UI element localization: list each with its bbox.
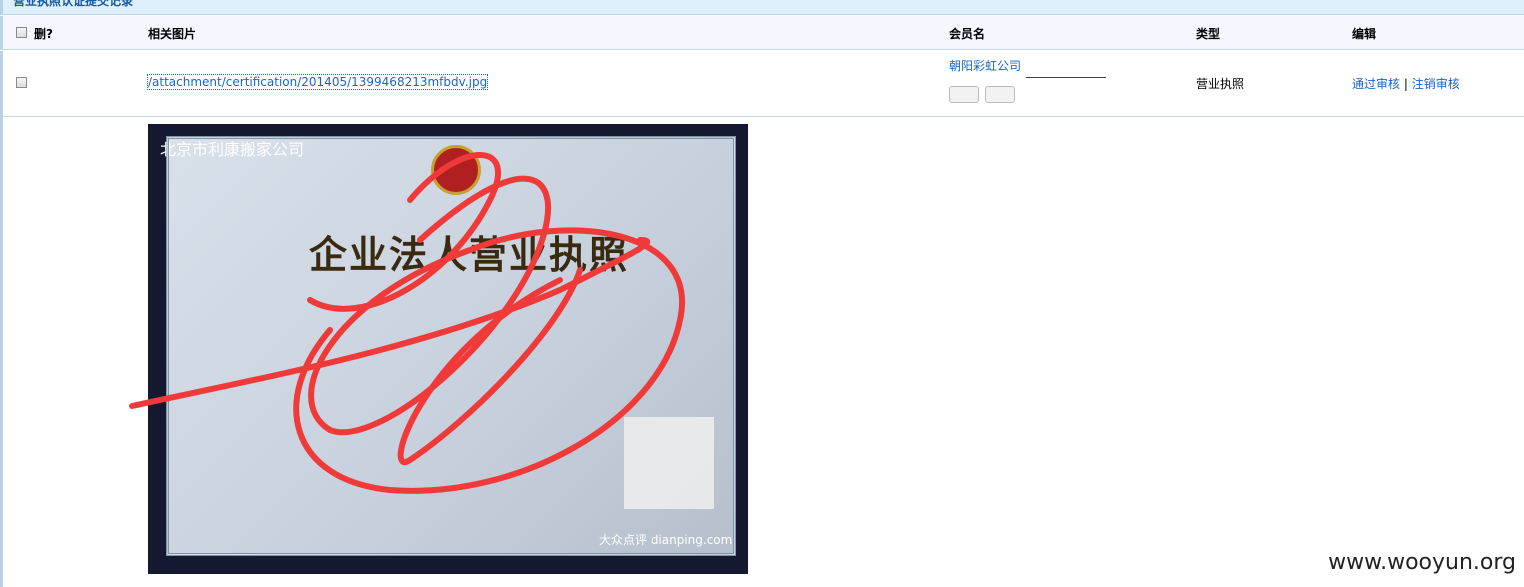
emblem-icon <box>431 145 481 195</box>
table-row: /attachment/certification/201405/1399468… <box>0 51 1524 117</box>
panel-title-bar: 营业执照认证提交记录 <box>0 0 1524 15</box>
license-document: 企业法人营业执照 大众点评 dianping.com <box>166 136 736 556</box>
license-photo: 企业法人营业执照 大众点评 dianping.com 北京市利康搬家公司 <box>148 124 748 574</box>
header-image: 相关图片 <box>148 27 197 41</box>
attachment-link[interactable]: /attachment/certification/201405/1399468… <box>146 74 489 90</box>
header-edit: 编辑 <box>1352 27 1377 41</box>
select-all-checkbox[interactable] <box>16 27 27 38</box>
type-value: 营业执照 <box>1196 77 1245 91</box>
panel-title: 营业执照认证提交记录 <box>13 0 134 8</box>
header-member: 会员名 <box>949 27 986 41</box>
divider <box>1026 77 1106 78</box>
document-title: 企业法人营业执照 <box>309 233 630 277</box>
revoke-link[interactable]: 注销审核 <box>1412 77 1460 91</box>
header-delete: 删? <box>34 27 53 41</box>
photo-watermark: 北京市利康搬家公司 <box>160 140 305 159</box>
stamp-logo-icon <box>624 417 714 509</box>
edit-actions: 通过审核 | 注销审核 <box>1352 75 1460 92</box>
seal-verified-icon <box>985 86 1015 103</box>
license-verified-icon <box>949 86 979 103</box>
table-header: 删? 相关图片 会员名 类型 编辑 <box>0 16 1524 50</box>
site-watermark: www.wooyun.org <box>1328 550 1516 575</box>
row-checkbox[interactable] <box>16 77 27 88</box>
separator: | <box>1403 77 1408 91</box>
approve-link[interactable]: 通过审核 <box>1352 77 1400 91</box>
header-type: 类型 <box>1196 27 1221 41</box>
member-link[interactable]: 朝阳彩虹公司 <box>949 57 1021 74</box>
dianping-logo: 大众点评 dianping.com <box>599 533 733 547</box>
